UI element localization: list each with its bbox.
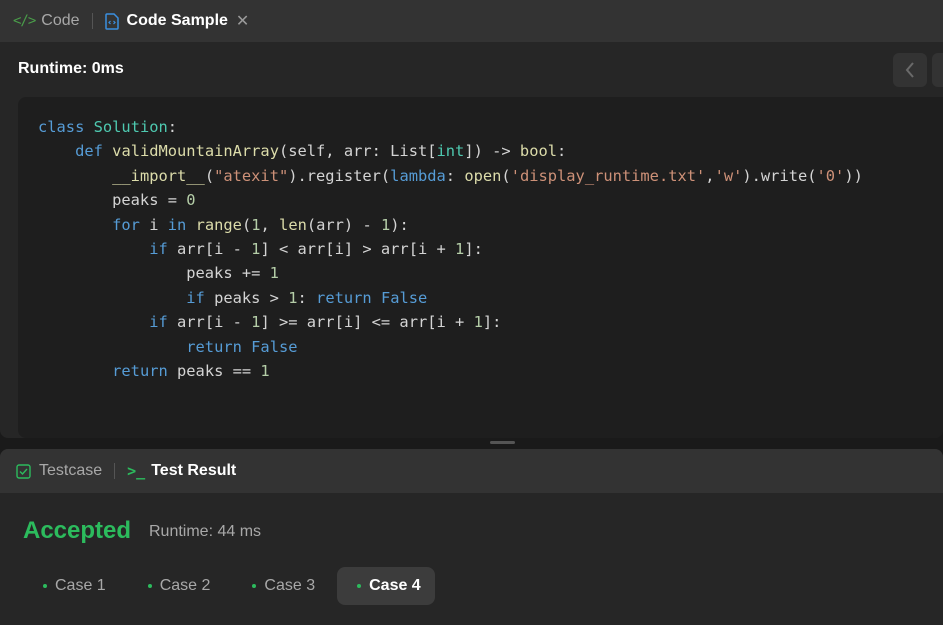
code-line: if arr[i - 1] < arr[i] > arr[i + 1]: (149, 240, 483, 259)
tab-separator (114, 463, 116, 479)
case-label: Case 1 (55, 577, 106, 594)
terminal-icon: >_ (127, 462, 146, 480)
code-line: __import__("atexit").register(lambda: op… (112, 166, 863, 185)
code-panel: </> Code Code Sample ✕ Runtime: 0ms clas… (0, 0, 943, 438)
status-dot-icon (147, 584, 152, 588)
close-icon[interactable]: ✕ (236, 11, 249, 31)
code-block: class Solution: def validMountainArray(s… (18, 97, 943, 438)
status-dot-icon (357, 584, 362, 588)
code-file-icon (104, 12, 119, 30)
status-dot-icon (252, 584, 257, 588)
case-tab-1[interactable]: Case 1 (23, 567, 120, 605)
tab-testcase[interactable]: Testcase (0, 449, 102, 493)
tab-code-sample-label: Code Sample (126, 12, 228, 29)
code-line: for i in range(1, len(arr) - 1): (112, 215, 409, 234)
code-line: peaks = 0 (38, 191, 196, 210)
code-content: class Solution: def validMountainArray(s… (38, 115, 863, 383)
code-line: if peaks > 1: return False (186, 288, 428, 307)
case-label: Case 2 (159, 577, 211, 594)
code-line: if arr[i - 1] >= arr[i] <= arr[i + 1]: (149, 313, 502, 332)
code-tab-bar: </> Code Code Sample ✕ (0, 0, 943, 42)
code-line: peaks += 1 (38, 264, 279, 283)
runtime-label: Runtime: 0ms (18, 60, 124, 77)
case-tab-3[interactable]: Case 3 (232, 567, 329, 605)
case-label: Case 4 (369, 577, 421, 594)
code-line: class Solution: (38, 118, 178, 136)
result-panel: Testcase >_ Test Result Accepted Runtime… (0, 449, 943, 625)
status-dot-icon (43, 584, 47, 588)
checkbox-icon (16, 463, 31, 479)
result-tab-bar: Testcase >_ Test Result (0, 449, 943, 493)
code-line: return peaks == 1 (112, 362, 270, 381)
tab-testcase-label: Testcase (39, 462, 103, 479)
code-brackets-icon: </> (13, 13, 36, 29)
tab-code-sample[interactable]: Code Sample ✕ (104, 0, 249, 42)
tab-test-result[interactable]: >_ Test Result (127, 449, 236, 493)
result-status: Accepted (23, 517, 132, 544)
code-line: return False (186, 337, 298, 356)
result-runtime: Runtime: 44 ms (149, 523, 262, 540)
tab-code-label: Code (41, 12, 80, 29)
case-tab-2[interactable]: Case 2 (128, 567, 225, 605)
tab-code[interactable]: </> Code (0, 0, 80, 42)
tab-separator (91, 13, 93, 29)
case-tabs: Case 1 Case 2 Case 3 Case 4 (23, 567, 443, 605)
case-label: Case 3 (264, 577, 316, 594)
tab-test-result-label: Test Result (151, 462, 237, 479)
chevron-left-icon (905, 62, 914, 78)
previous-button[interactable] (893, 53, 927, 87)
next-button[interactable] (932, 53, 943, 87)
code-line: def validMountainArray(self, arr: List[i… (75, 142, 567, 161)
case-tab-4[interactable]: Case 4 (337, 567, 435, 605)
resize-handle[interactable] (490, 441, 515, 444)
